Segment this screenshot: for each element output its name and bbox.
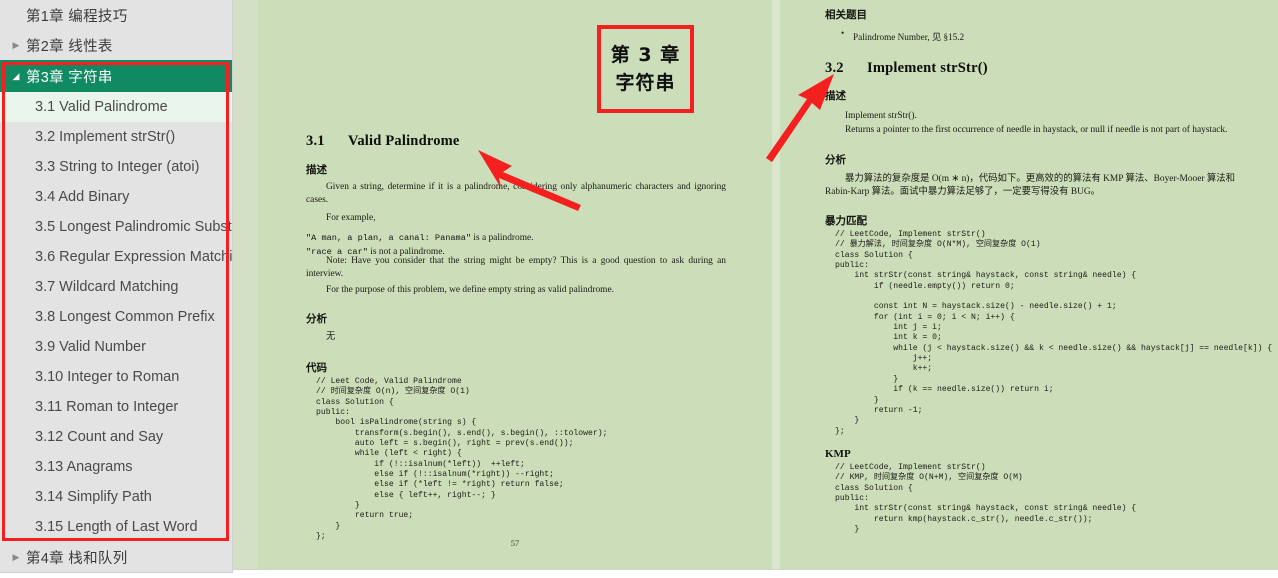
left-note-para: Note: Have you consider that the string … bbox=[306, 256, 726, 279]
chapter-title-highlight-box: 第 3 章 字符串 bbox=[597, 25, 694, 113]
sidebar-chapter-2-label: 第2章 线性表 bbox=[26, 38, 113, 55]
right-desc-line-1: Implement strStr(). bbox=[845, 111, 917, 121]
right-related-item-1: Palindrome Number, 见 §15.2 bbox=[825, 28, 964, 43]
right-analysis-para: 暴力算法的复杂度是 O(m ∗ n)，代码如下。更高效的的算法有 KMP 算法、… bbox=[825, 174, 1235, 197]
right-heading-kmp: KMP bbox=[825, 448, 851, 460]
right-desc-line-2: Returns a pointer to the first occurrenc… bbox=[845, 125, 1228, 135]
right-section-heading: 3.2 Implement strStr() bbox=[825, 60, 988, 77]
right-heading-desc: 描述 bbox=[825, 90, 846, 102]
chevron-right-icon[interactable]: ▶ bbox=[8, 552, 24, 562]
left-desc-para-2: For example, bbox=[326, 213, 376, 223]
viewer-bottom-bar bbox=[233, 569, 1278, 578]
sidebar-chapter-4-label: 第4章 栈和队列 bbox=[26, 550, 128, 567]
sidebar-item-3-5[interactable]: 3.5 Longest Palindromic Subst... bbox=[0, 212, 233, 242]
page-gutter bbox=[772, 0, 780, 570]
sidebar-chapter-1[interactable]: 第1章 编程技巧 bbox=[0, 0, 233, 30]
sidebar-item-3-1[interactable]: 3.1 Valid Palindrome bbox=[0, 92, 233, 122]
right-heading-brute: 暴力匹配 bbox=[825, 215, 867, 227]
chapter-box-line-2: 字符串 bbox=[615, 72, 676, 94]
sidebar-item-3-7[interactable]: 3.7 Wildcard Matching bbox=[0, 272, 233, 302]
sidebar-item-3-10[interactable]: 3.10 Integer to Roman bbox=[0, 362, 233, 392]
sidebar-item-3-12[interactable]: 3.12 Count and Say bbox=[0, 422, 233, 452]
right-section-title: Implement strStr() bbox=[867, 60, 988, 76]
sidebar-chapter-4[interactable]: ▶ 第4章 栈和队列 bbox=[0, 542, 233, 572]
left-analysis-text: 无 bbox=[326, 332, 336, 342]
sidebar-item-3-3[interactable]: 3.3 String to Integer (atoi) bbox=[0, 152, 233, 182]
left-purpose-para: For the purpose of this problem, we defi… bbox=[326, 285, 614, 295]
app-window: 第1章 编程技巧 ▶ 第2章 线性表 ◢ 第3章 字符串 3.1 Valid P… bbox=[0, 0, 1278, 578]
sidebar-chapter-3[interactable]: ◢ 第3章 字符串 bbox=[0, 60, 233, 92]
document-viewer[interactable]: 3.1 Valid Palindrome 描述 Given a string, d… bbox=[233, 0, 1278, 578]
page-right: 相关题目 Palindrome Number, 见 §15.2 3.2 Imple… bbox=[780, 0, 1278, 570]
sidebar-chapter-2[interactable]: ▶ 第2章 线性表 bbox=[0, 30, 233, 60]
left-code-block: // Leet Code, Valid Palindrome // 时间复杂度 … bbox=[316, 377, 608, 542]
left-heading-analysis: 分析 bbox=[306, 313, 327, 325]
sidebar-item-3-4[interactable]: 3.4 Add Binary bbox=[0, 182, 233, 212]
left-section-heading: 3.1 Valid Palindrome bbox=[306, 133, 460, 150]
right-heading-related: 相关题目 bbox=[825, 9, 867, 21]
right-section-number: 3.2 bbox=[825, 60, 844, 76]
chevron-right-icon[interactable]: ▶ bbox=[8, 40, 24, 50]
sidebar-item-3-13[interactable]: 3.13 Anagrams bbox=[0, 452, 233, 482]
left-section-number: 3.1 bbox=[306, 133, 325, 149]
sidebar-item-3-8[interactable]: 3.8 Longest Common Prefix bbox=[0, 302, 233, 332]
chapter-box-line-1: 第 3 章 bbox=[610, 44, 681, 66]
sidebar-item-3-14[interactable]: 3.14 Simplify Path bbox=[0, 482, 233, 512]
page-left: 3.1 Valid Palindrome 描述 Given a string, d… bbox=[258, 0, 772, 570]
left-page-number: 57 bbox=[510, 538, 520, 548]
left-heading-desc: 描述 bbox=[306, 164, 327, 176]
sidebar-chapter-1-label: 第1章 编程技巧 bbox=[26, 8, 128, 25]
sidebar-item-3-6[interactable]: 3.6 Regular Expression Matchi... bbox=[0, 242, 233, 272]
left-heading-code: 代码 bbox=[306, 362, 327, 374]
sidebar-item-3-2[interactable]: 3.2 Implement strStr() bbox=[0, 122, 233, 152]
chevron-down-icon[interactable]: ◢ bbox=[8, 71, 24, 81]
sidebar-item-3-15[interactable]: 3.15 Length of Last Word bbox=[0, 512, 233, 542]
sidebar-bottom-bar bbox=[0, 572, 233, 578]
toc-sidebar[interactable]: 第1章 编程技巧 ▶ 第2章 线性表 ◢ 第3章 字符串 3.1 Valid P… bbox=[0, 0, 233, 578]
right-heading-analysis: 分析 bbox=[825, 154, 846, 166]
left-desc-para-1: Given a string, determine if it is a pal… bbox=[306, 182, 726, 205]
right-code-kmp: // LeetCode, Implement strStr() // KMP, … bbox=[835, 463, 1137, 535]
sidebar-chapter-3-label: 第3章 字符串 bbox=[26, 69, 113, 86]
sidebar-item-3-9[interactable]: 3.9 Valid Number bbox=[0, 332, 233, 362]
left-section-title: Valid Palindrome bbox=[348, 133, 460, 149]
right-code-brute: // LeetCode, Implement strStr() // 暴力解法,… bbox=[835, 230, 1273, 436]
sidebar-item-3-11[interactable]: 3.11 Roman to Integer bbox=[0, 392, 233, 422]
